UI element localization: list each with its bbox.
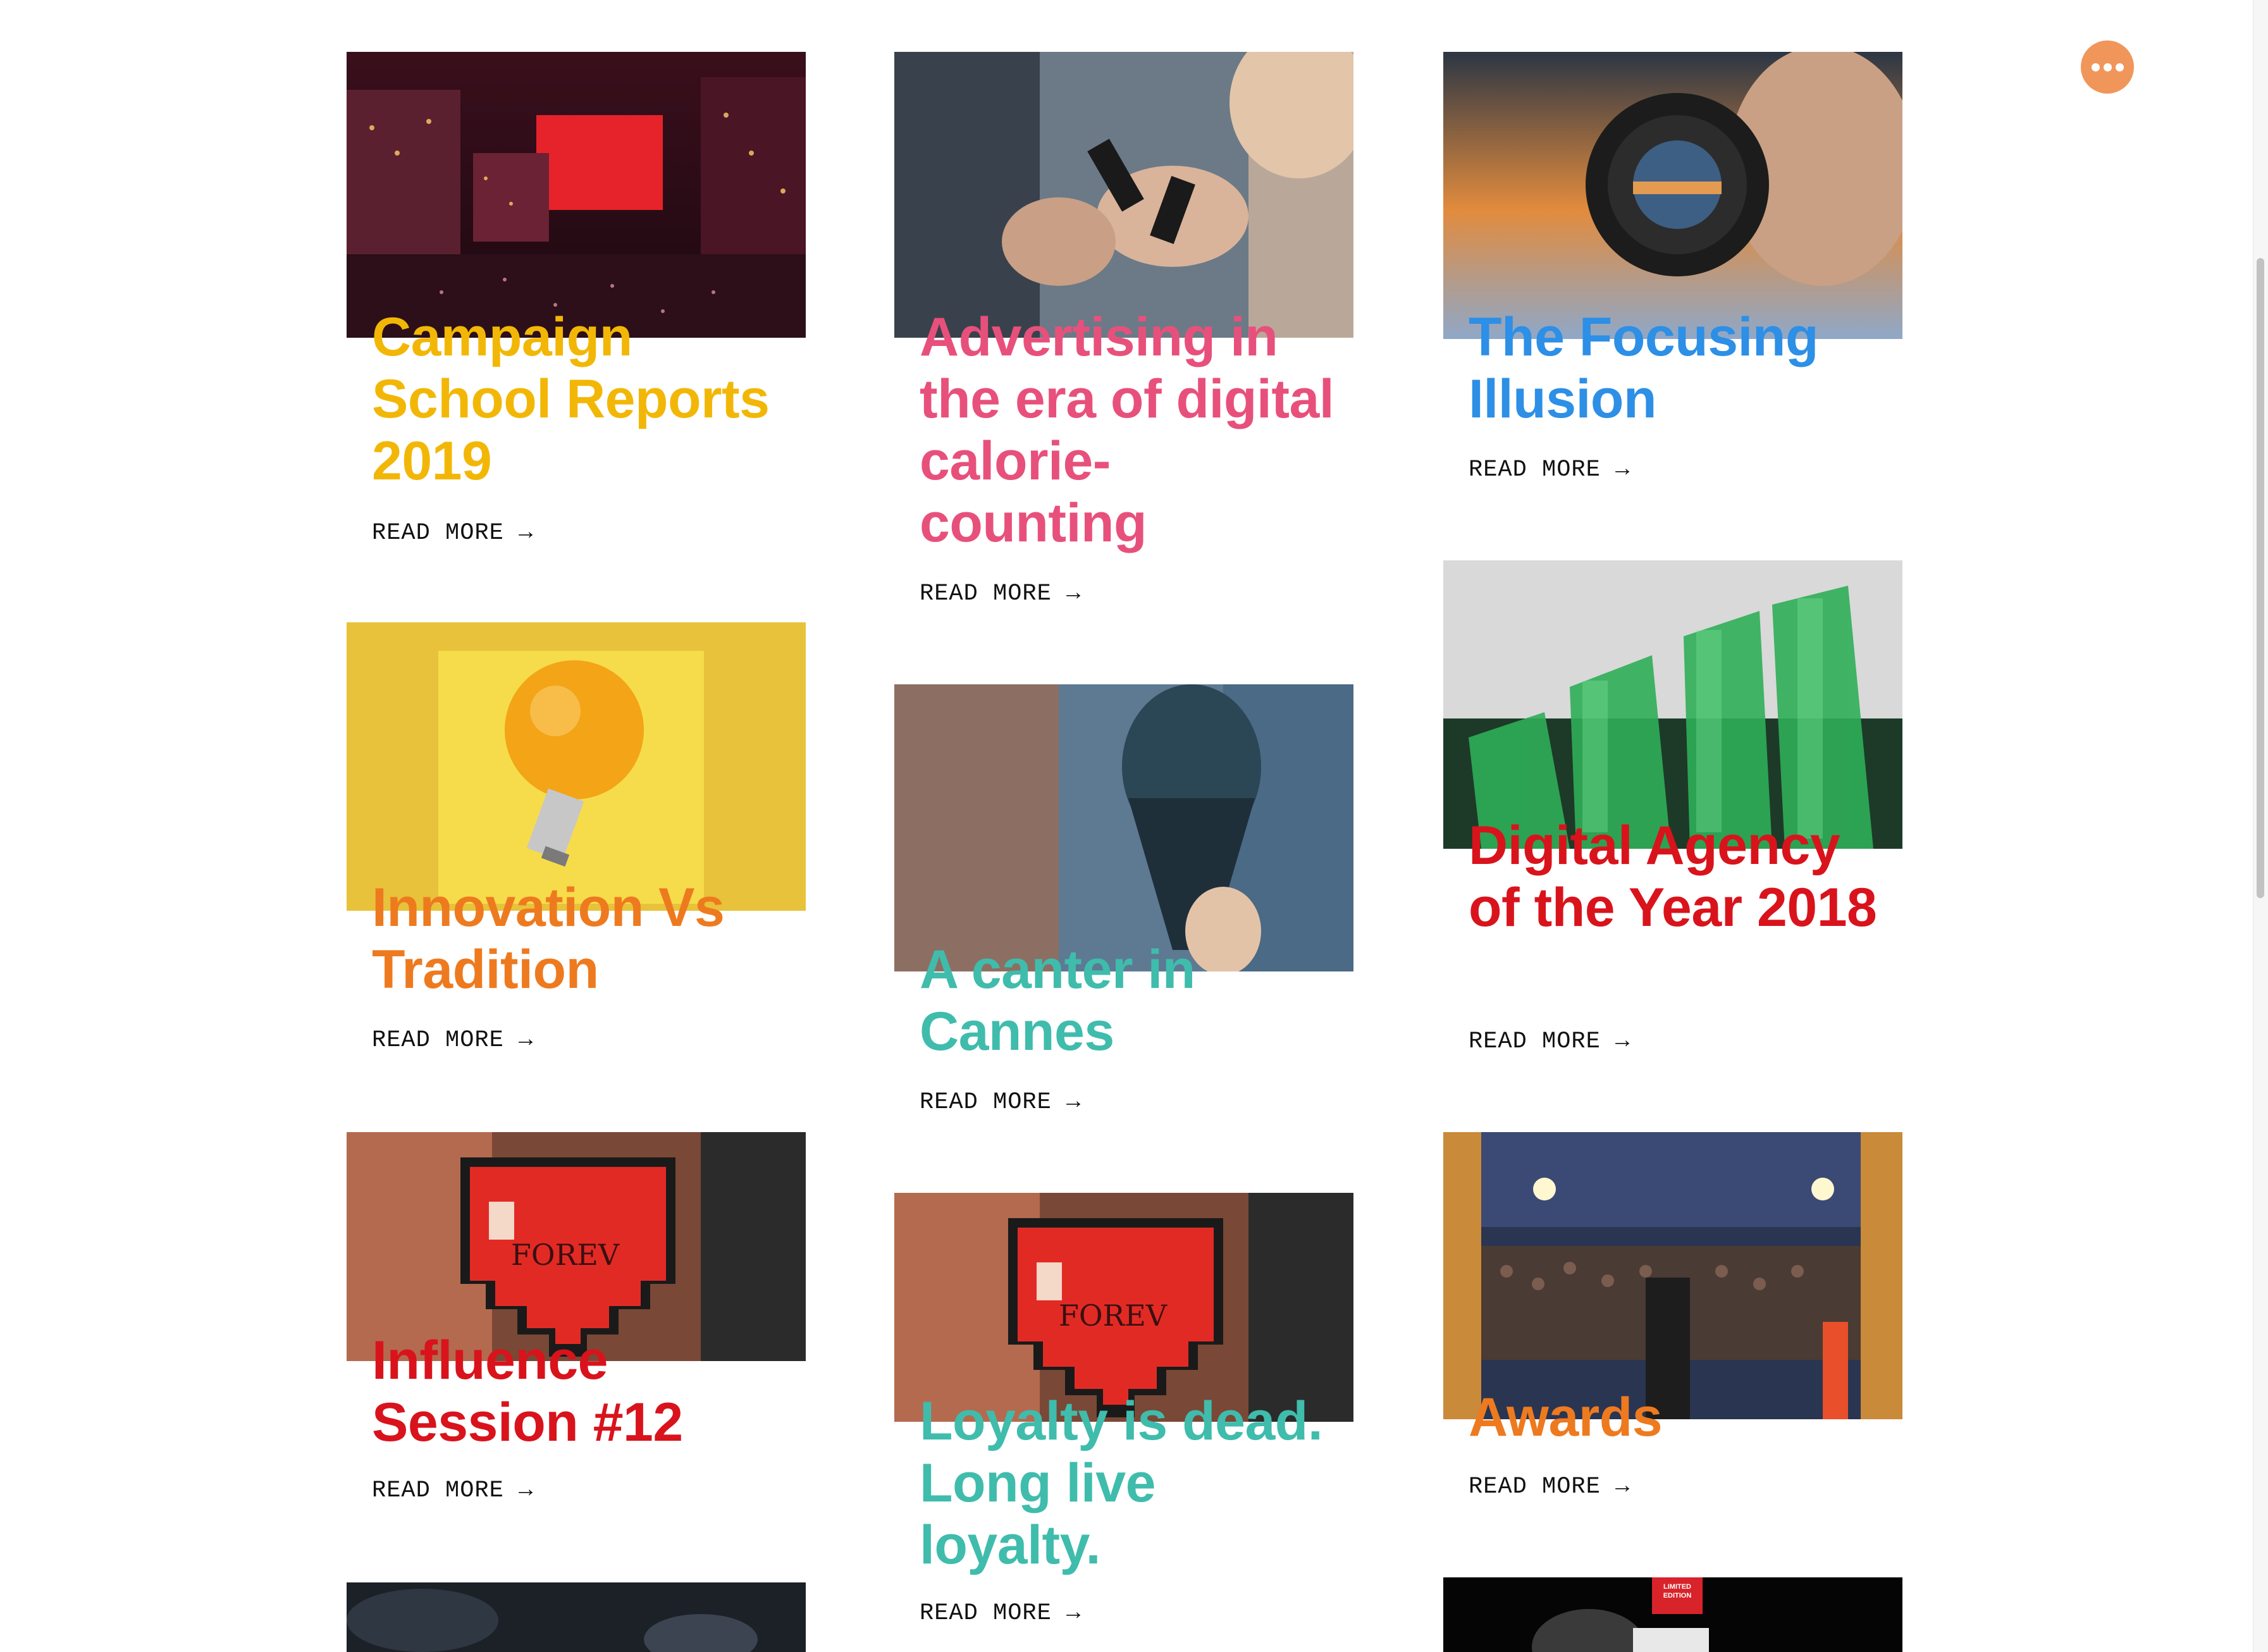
article-card-digital-agency[interactable]: Digital Agency of the Year 2018 READ MOR… <box>1443 560 1902 1079</box>
article-image-awards-trophies[interactable] <box>1443 560 1902 849</box>
article-title[interactable]: Advertising in the era of digital calori… <box>920 306 1337 554</box>
article-card-innovation[interactable]: Innovation Vs Tradition READ MORE → <box>347 622 806 1065</box>
article-image-lens[interactable] <box>1443 52 1902 339</box>
svg-text:FOREV: FOREV <box>511 1238 620 1272</box>
article-card-advertising[interactable]: Advertising in the era of digital calori… <box>894 52 1353 621</box>
article-title[interactable]: Awards <box>1469 1386 1886 1448</box>
more-menu-button[interactable] <box>2081 40 2134 94</box>
read-more-link[interactable]: READ MORE → <box>920 1089 1081 1116</box>
read-more-link[interactable]: READ MORE → <box>372 520 533 546</box>
article-image-pixel-heart[interactable]: FOREV <box>347 1132 806 1361</box>
svg-text:FOREV: FOREV <box>1059 1298 1168 1333</box>
read-more-link[interactable]: READ MORE → <box>1469 1028 1630 1055</box>
article-image-ice-cream[interactable] <box>894 684 1353 971</box>
article-card-partial-col1[interactable] <box>347 1582 806 1652</box>
article-card-campaign-school[interactable]: Campaign School Reports 2019 READ MORE → <box>347 52 806 558</box>
read-more-link[interactable]: READ MORE → <box>1469 1474 1630 1500</box>
article-card-cannes[interactable]: A canter in Cannes READ MORE → <box>894 684 1353 1127</box>
article-image-lightbulb[interactable] <box>347 622 806 911</box>
article-image-dark-partial[interactable] <box>347 1582 806 1652</box>
scrollbar-thumb[interactable] <box>2257 258 2264 898</box>
article-title[interactable]: Digital Agency of the Year 2018 <box>1469 815 1886 939</box>
article-title[interactable]: Innovation Vs Tradition <box>372 877 789 1001</box>
read-more-link[interactable]: READ MORE → <box>372 1477 533 1504</box>
article-title[interactable]: The Focusing Illusion <box>1469 306 1886 430</box>
article-image-piccadilly-circus[interactable] <box>347 52 806 338</box>
read-more-link[interactable]: READ MORE → <box>920 1600 1081 1627</box>
article-card-focusing-illusion[interactable]: The Focusing Illusion READ MORE → <box>1443 52 1902 495</box>
article-image-phones[interactable] <box>894 52 1353 338</box>
article-title[interactable]: Influence Session #12 <box>372 1329 789 1453</box>
article-image-awards-ceremony[interactable] <box>1443 1132 1902 1419</box>
read-more-link[interactable]: READ MORE → <box>372 1027 533 1054</box>
article-card-influence[interactable]: FOREV Influence Session #12 READ MORE → <box>347 1132 806 1524</box>
read-more-link[interactable]: READ MORE → <box>920 581 1081 607</box>
article-card-awards[interactable]: Awards READ MORE → <box>1443 1132 1902 1524</box>
article-title[interactable]: A canter in Cannes <box>920 939 1337 1063</box>
article-image-pixel-heart[interactable]: FOREV <box>894 1193 1353 1422</box>
article-card-partial-col3[interactable]: LIMITED EDITION <box>1443 1577 1902 1652</box>
read-more-link[interactable]: READ MORE → <box>1469 457 1630 483</box>
article-title[interactable]: Loyalty is dead. Long live loyalty. <box>920 1390 1337 1576</box>
article-card-loyalty[interactable]: FOREV Loyalty is dead. Long live loyalty… <box>894 1193 1353 1652</box>
limited-edition-badge: LIMITED EDITION <box>1663 1583 1692 1600</box>
article-title[interactable]: Campaign School Reports 2019 <box>372 306 789 492</box>
